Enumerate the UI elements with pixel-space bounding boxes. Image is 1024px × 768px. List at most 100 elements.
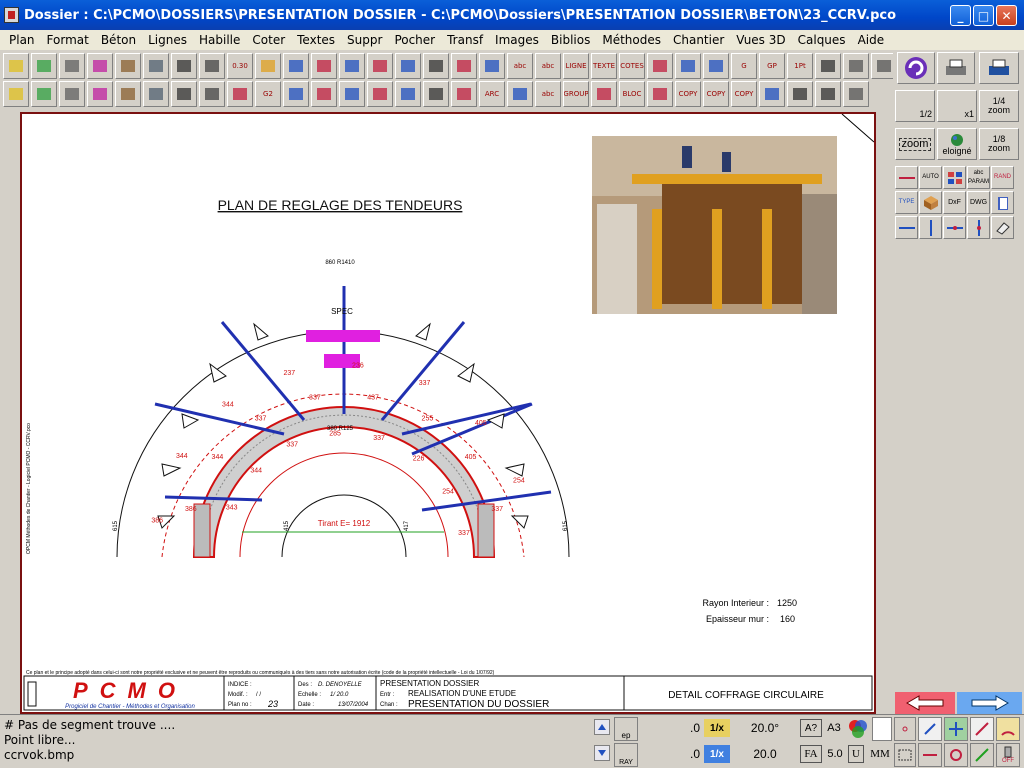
- dimension-tool[interactable]: [895, 166, 918, 189]
- menu-item-16[interactable]: Aide: [852, 33, 891, 47]
- snap-end-button[interactable]: [918, 717, 942, 741]
- row1-tool-0[interactable]: [3, 53, 29, 79]
- row2-tool-28[interactable]: [787, 81, 813, 107]
- close-button[interactable]: ✕: [996, 5, 1017, 26]
- dwg-tool[interactable]: DWG: [967, 191, 990, 214]
- row1-tool-6[interactable]: [171, 53, 197, 79]
- select-rect-button[interactable]: [894, 743, 916, 767]
- row2-tool-20[interactable]: GROUP: [563, 81, 589, 107]
- row1-tool-30[interactable]: [843, 53, 869, 79]
- menu-item-6[interactable]: Textes: [291, 33, 341, 47]
- zoom-x1-button[interactable]: x1: [937, 90, 977, 122]
- row1-tool-15[interactable]: [423, 53, 449, 79]
- next-page-button[interactable]: [957, 692, 1022, 714]
- row2-tool-11[interactable]: [311, 81, 337, 107]
- value-field-2[interactable]: .0: [660, 745, 700, 763]
- scroll-up-button[interactable]: [594, 719, 610, 735]
- menu-item-12[interactable]: Méthodes: [596, 33, 667, 47]
- row1-tool-13[interactable]: [367, 53, 393, 79]
- prev-page-button[interactable]: [895, 692, 955, 714]
- row2-tool-2[interactable]: [59, 81, 85, 107]
- help-button[interactable]: A?: [800, 719, 822, 737]
- row2-tool-29[interactable]: [815, 81, 841, 107]
- menu-item-10[interactable]: Images: [489, 33, 545, 47]
- row2-tool-25[interactable]: COPY: [703, 81, 729, 107]
- row1-tool-18[interactable]: abc: [507, 53, 533, 79]
- zoom-eighth-button[interactable]: 1/8 zoom: [979, 128, 1019, 160]
- menu-item-3[interactable]: Lignes: [142, 33, 193, 47]
- diagonal-tool-button[interactable]: [970, 743, 994, 767]
- row1-tool-20[interactable]: LIGNE: [563, 53, 589, 79]
- box-3d-tool[interactable]: [919, 191, 942, 214]
- maximize-button[interactable]: □: [973, 5, 994, 26]
- current-color-swatch[interactable]: [872, 717, 892, 741]
- menu-item-5[interactable]: Coter: [246, 33, 291, 47]
- row1-tool-12[interactable]: [339, 53, 365, 79]
- units-button[interactable]: U: [848, 745, 864, 763]
- menu-item-7[interactable]: Suppr: [341, 33, 388, 47]
- menu-item-13[interactable]: Chantier: [667, 33, 730, 47]
- row1-tool-28[interactable]: 1Pt: [787, 53, 813, 79]
- snap-line-button[interactable]: [970, 717, 994, 741]
- row1-tool-9[interactable]: [255, 53, 281, 79]
- off-toggle-button[interactable]: OFF: [996, 743, 1020, 767]
- row1-tool-14[interactable]: [395, 53, 421, 79]
- snap-cross-button[interactable]: [944, 717, 968, 741]
- row1-tool-8[interactable]: 0.30: [227, 53, 253, 79]
- row2-tool-10[interactable]: [283, 81, 309, 107]
- row2-tool-30[interactable]: [843, 81, 869, 107]
- row2-tool-27[interactable]: [759, 81, 785, 107]
- undo-button[interactable]: [897, 52, 935, 84]
- dxf-tool[interactable]: DxF: [943, 191, 966, 214]
- ep-button[interactable]: ep: [614, 717, 638, 741]
- angle-field-2[interactable]: 20.0: [740, 745, 790, 763]
- row1-tool-5[interactable]: [143, 53, 169, 79]
- scroll-down-button[interactable]: [594, 745, 610, 761]
- menu-item-8[interactable]: Pocher: [388, 33, 441, 47]
- ray-button[interactable]: RAY: [614, 743, 638, 767]
- menu-item-0[interactable]: Plan: [3, 33, 41, 47]
- row2-tool-1[interactable]: [31, 81, 57, 107]
- zoom-half-button[interactable]: 1/2: [895, 90, 935, 122]
- row2-tool-18[interactable]: [507, 81, 533, 107]
- zoom-window-button[interactable]: zoom: [895, 128, 935, 160]
- row1-tool-2[interactable]: [59, 53, 85, 79]
- angle-field-1[interactable]: 20.0°: [740, 719, 790, 737]
- fa-button[interactable]: FA: [800, 745, 822, 763]
- row2-tool-5[interactable]: [143, 81, 169, 107]
- row1-tool-19[interactable]: abc: [535, 53, 561, 79]
- row1-tool-7[interactable]: [199, 53, 225, 79]
- row2-tool-17[interactable]: ARC: [479, 81, 505, 107]
- row1-tool-1[interactable]: [31, 53, 57, 79]
- menu-item-4[interactable]: Habille: [193, 33, 246, 47]
- point-vertical-tool[interactable]: [967, 216, 990, 239]
- menu-item-1[interactable]: Format: [41, 33, 95, 47]
- row1-tool-17[interactable]: [479, 53, 505, 79]
- row2-tool-12[interactable]: [339, 81, 365, 107]
- row2-tool-24[interactable]: COPY: [675, 81, 701, 107]
- one-over-x-button-1[interactable]: 1/x: [704, 719, 730, 737]
- row1-tool-23[interactable]: [647, 53, 673, 79]
- row2-tool-15[interactable]: [423, 81, 449, 107]
- rand-tool[interactable]: RAND: [991, 166, 1014, 189]
- print-button[interactable]: [937, 52, 975, 84]
- row1-tool-29[interactable]: [815, 53, 841, 79]
- row2-tool-3[interactable]: [87, 81, 113, 107]
- param-tool[interactable]: abc PARAM: [967, 166, 990, 189]
- book-tool[interactable]: [991, 191, 1014, 214]
- menu-item-9[interactable]: Transf: [441, 33, 489, 47]
- row2-tool-9[interactable]: G2: [255, 81, 281, 107]
- row2-tool-26[interactable]: COPY: [731, 81, 757, 107]
- row2-tool-4[interactable]: [115, 81, 141, 107]
- row2-tool-0[interactable]: [3, 81, 29, 107]
- point-line-tool[interactable]: [943, 216, 966, 239]
- row1-tool-26[interactable]: G: [731, 53, 757, 79]
- one-over-x-button-2[interactable]: 1/x: [704, 745, 730, 763]
- row1-tool-3[interactable]: [87, 53, 113, 79]
- row2-tool-6[interactable]: [171, 81, 197, 107]
- snap-arc-button[interactable]: [996, 717, 1020, 741]
- row2-tool-13[interactable]: [367, 81, 393, 107]
- eraser-tool[interactable]: [991, 216, 1014, 239]
- menu-item-14[interactable]: Vues 3D: [730, 33, 791, 47]
- menu-item-2[interactable]: Béton: [95, 33, 142, 47]
